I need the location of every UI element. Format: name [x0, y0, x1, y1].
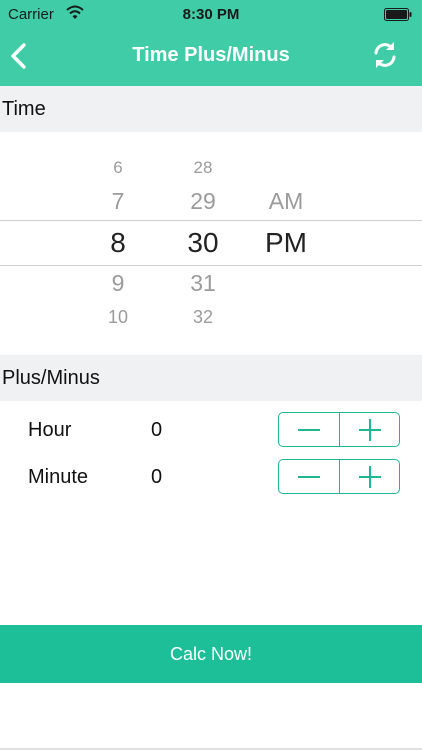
minute-option[interactable]: 29 — [163, 188, 243, 215]
hour-increment-button[interactable] — [340, 413, 400, 446]
time-picker[interactable]: 6 7 8 9 10 28 29 30 31 32 AM PM — [0, 132, 422, 354]
minute-value: 0 — [151, 466, 163, 488]
hour-label: Hour — [28, 419, 72, 441]
plus-icon — [359, 419, 381, 441]
minute-label: Minute — [28, 466, 89, 488]
calc-now-button[interactable]: Calc Now! — [0, 625, 422, 683]
hour-wheel[interactable]: 6 7 8 9 10 — [78, 132, 158, 354]
period-wheel[interactable]: AM PM — [246, 132, 326, 354]
period-option-selected[interactable]: PM — [246, 227, 326, 259]
minute-decrement-button[interactable] — [279, 460, 339, 493]
hour-option[interactable]: 9 — [78, 270, 158, 297]
nav-bar: Time Plus/Minus — [0, 30, 422, 86]
hour-row: Hour 0 — [0, 410, 422, 454]
plusminus-section-header: Plus/Minus — [0, 355, 422, 401]
minute-option[interactable]: 28 — [163, 158, 243, 178]
minus-icon — [298, 429, 320, 431]
minute-wheel[interactable]: 28 29 30 31 32 — [163, 132, 243, 354]
hour-option[interactable]: 6 — [78, 158, 158, 178]
hour-option[interactable]: 10 — [78, 307, 158, 328]
minute-stepper — [278, 459, 400, 494]
hour-option-selected[interactable]: 8 — [78, 227, 158, 259]
time-section-title: Time — [2, 98, 46, 120]
hour-decrement-button[interactable] — [279, 413, 339, 446]
minus-icon — [298, 476, 320, 478]
status-time: 8:30 PM — [182, 6, 240, 23]
minute-option[interactable]: 32 — [163, 307, 243, 328]
plusminus-section-title: Plus/Minus — [2, 367, 100, 389]
hour-stepper — [278, 412, 400, 447]
hour-option[interactable]: 7 — [78, 188, 158, 215]
minute-option[interactable]: 31 — [163, 270, 243, 297]
page-title: Time Plus/Minus — [132, 44, 290, 66]
status-bar: Carrier 8:30 PM — [0, 0, 422, 30]
header: Carrier 8:30 PM Time Plus/Minus — [0, 0, 422, 86]
time-section-header: Time — [0, 86, 422, 132]
battery-icon — [384, 8, 412, 21]
refresh-icon[interactable] — [370, 40, 400, 70]
period-option[interactable]: AM — [246, 188, 326, 215]
minute-row: Minute 0 — [0, 457, 422, 501]
minute-increment-button[interactable] — [340, 460, 400, 493]
minute-option-selected[interactable]: 30 — [163, 227, 243, 259]
plus-icon — [359, 466, 381, 488]
hour-value: 0 — [151, 419, 163, 441]
